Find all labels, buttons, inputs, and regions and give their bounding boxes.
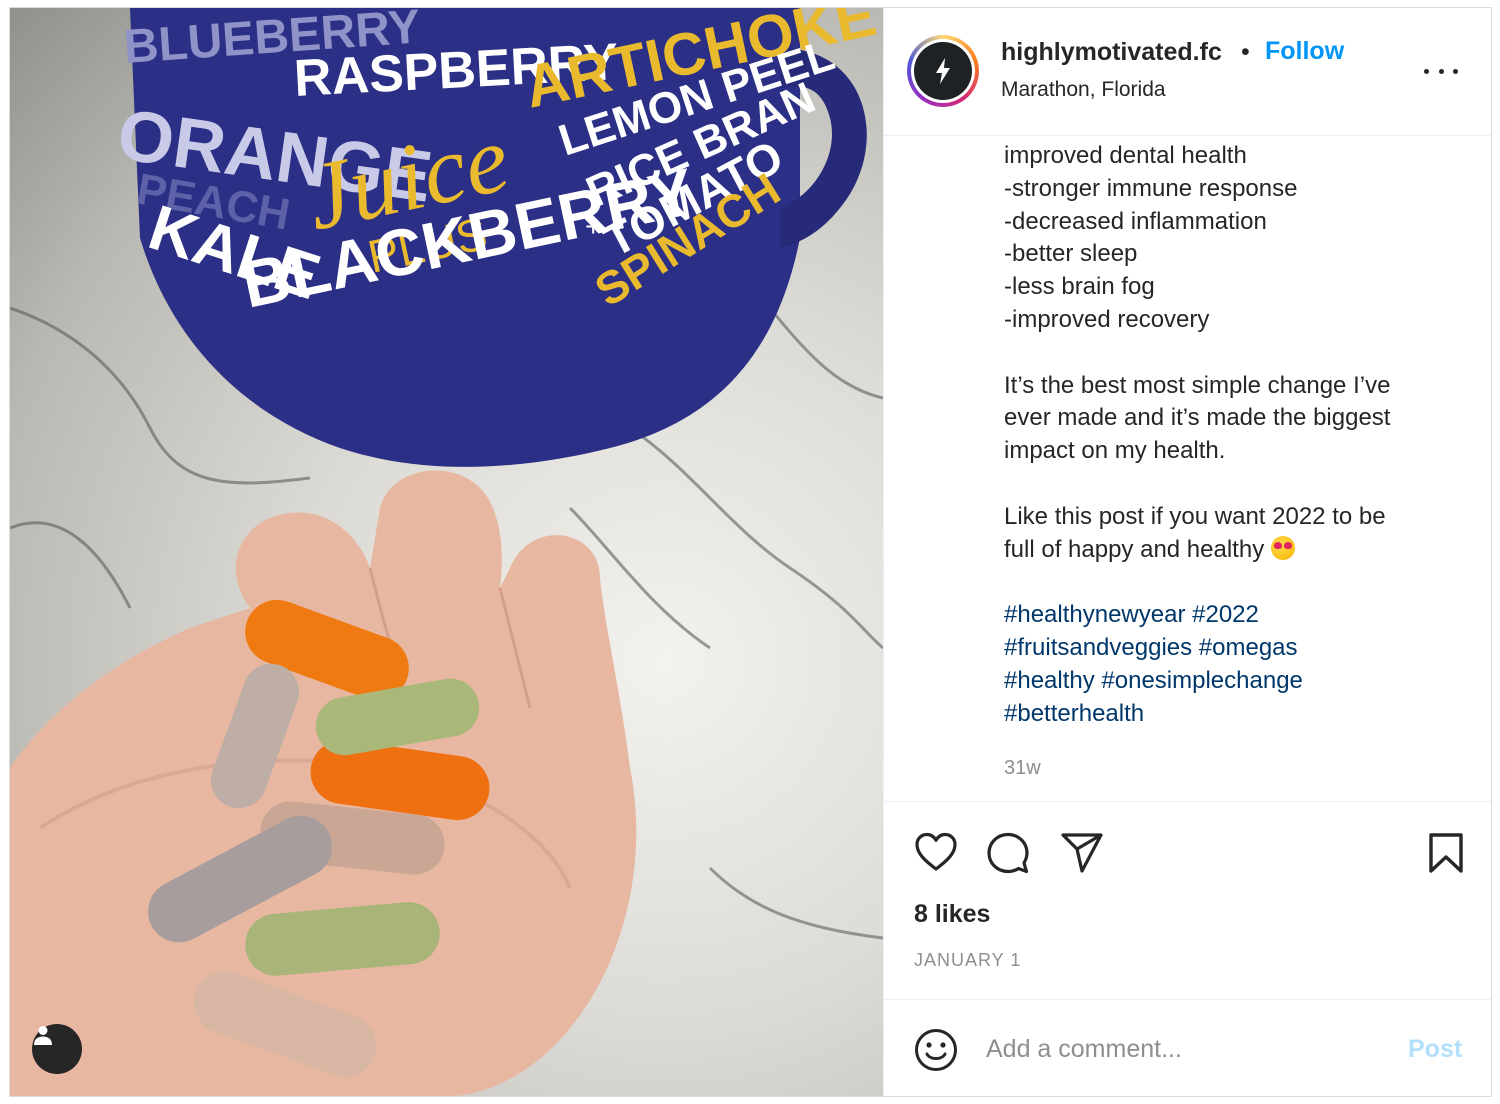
hashtag-line[interactable]: #healthynewyear #2022 (1004, 599, 1454, 632)
heart-icon[interactable] (914, 832, 958, 872)
post-age[interactable]: 31w (1004, 757, 1041, 780)
avatar[interactable] (907, 35, 979, 107)
bookmark-icon[interactable] (1428, 832, 1464, 874)
heart-eyes-emoji-icon (1270, 535, 1295, 560)
share-icon[interactable] (1060, 832, 1104, 874)
post-side-panel: highlymotivated.fc • Follow Marathon, Fl… (883, 8, 1491, 1096)
caption-line: -stronger immune response (1004, 174, 1298, 202)
follow-button[interactable]: Follow (1265, 37, 1344, 66)
caption-line: It’s the best most simple change I’ve (1004, 371, 1391, 399)
caption-line: -less brain fog (1004, 273, 1155, 301)
post-dialog: BLUEBERRY RASPBERRY ARTICHOKE ORANGE LEM… (9, 7, 1492, 1097)
post-photo[interactable]: BLUEBERRY RASPBERRY ARTICHOKE ORANGE LEM… (10, 8, 883, 1096)
caption-line: -decreased inflammation (1004, 207, 1267, 235)
hashtag-line[interactable]: #fruitsandveggies #omegas (1004, 632, 1454, 665)
hashtag-line[interactable]: #healthy #onesimplechange (1004, 665, 1454, 698)
post-caption: improved dental health -stronger immune … (1004, 140, 1454, 730)
location-link[interactable]: Marathon, Florida (1001, 78, 1166, 102)
caption-line: ever made and it’s made the biggest (1004, 404, 1391, 432)
more-options-icon[interactable] (1424, 60, 1458, 82)
tagged-users-button[interactable] (32, 1024, 82, 1074)
caption-line: full of happy and healthy (1004, 534, 1454, 567)
caption-line: impact on my health. (1004, 437, 1226, 465)
post-header: highlymotivated.fc • Follow Marathon, Fl… (884, 8, 1491, 136)
username-link[interactable]: highlymotivated.fc (1001, 38, 1222, 67)
action-bar: 8 likes JANUARY 1 (884, 801, 1491, 1009)
person-tag-icon (34, 1026, 52, 1045)
caption-line: -better sleep (1004, 240, 1138, 268)
caption-line: Like this post if you want 2022 to be (1004, 502, 1386, 530)
photo-illustration: BLUEBERRY RASPBERRY ARTICHOKE ORANGE LEM… (10, 8, 883, 1096)
post-date: JANUARY 1 (914, 950, 1022, 970)
likes-count[interactable]: 8 likes (914, 900, 990, 929)
comment-input[interactable] (984, 1028, 1388, 1070)
separator-dot: • (1241, 38, 1250, 66)
caption-line: improved dental health (1004, 142, 1247, 169)
post-comment-button[interactable]: Post (1408, 1035, 1462, 1064)
comment-icon[interactable] (987, 832, 1029, 874)
hashtag-line[interactable]: #betterhealth (1004, 698, 1454, 731)
comment-bar: Post (884, 999, 1491, 1096)
lightning-bolt-icon (936, 58, 950, 84)
caption-text: full of happy and healthy (1004, 535, 1265, 563)
caption-line: -improved recovery (1004, 305, 1210, 333)
smiley-icon[interactable] (914, 1028, 958, 1072)
